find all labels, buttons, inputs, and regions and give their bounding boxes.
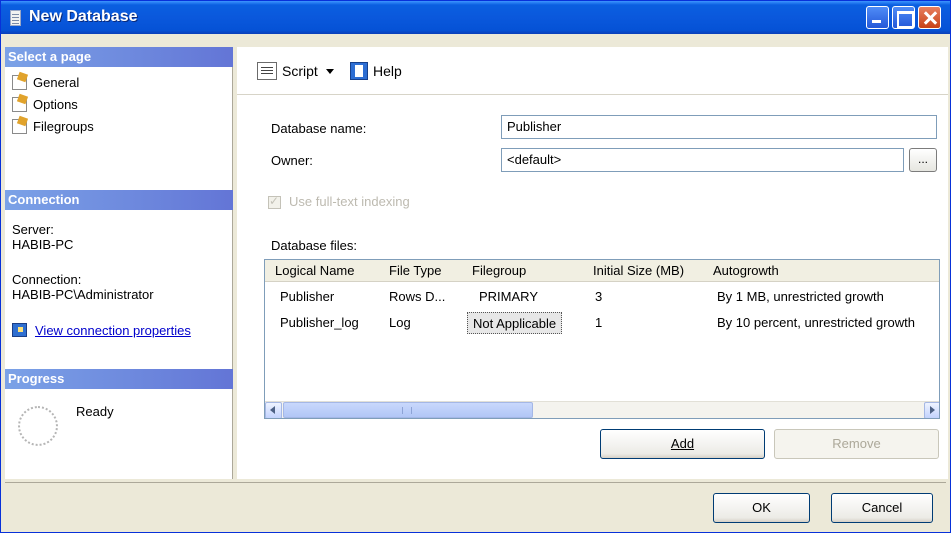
scroll-right-icon[interactable]	[924, 402, 939, 418]
cancel-button[interactable]: Cancel	[831, 493, 933, 523]
column-header-autogrowth[interactable]: Autogrowth	[713, 263, 779, 278]
cell-autogrowth[interactable]: By 1 MB, unrestricted growth	[717, 289, 884, 304]
cell-logical-name[interactable]: Publisher_log	[280, 315, 359, 330]
toolbar: Script Help	[237, 47, 948, 95]
progress-header: Progress	[5, 369, 233, 389]
close-button[interactable]	[918, 6, 941, 29]
chevron-down-icon	[325, 68, 334, 74]
cell-autogrowth[interactable]: By 10 percent, unrestricted growth	[717, 315, 915, 330]
connection-value: HABIB-PC\Administrator	[12, 287, 154, 302]
table-row[interactable]: Publisher Rows D... PRIMARY 3 By 1 MB, u…	[265, 284, 939, 310]
maximize-button[interactable]	[892, 6, 915, 29]
page-icon	[12, 118, 27, 134]
column-header-filegroup[interactable]: Filegroup	[472, 263, 526, 278]
database-files-grid[interactable]: Logical Name File Type Filegroup Initial…	[264, 259, 940, 419]
database-files-label: Database files:	[271, 238, 357, 253]
progress-status: Ready	[76, 404, 114, 419]
page-item-label: Filegroups	[33, 118, 94, 134]
cell-file-type[interactable]: Rows D...	[389, 289, 445, 304]
cell-filegroup[interactable]: PRIMARY	[479, 289, 538, 304]
minimize-button[interactable]	[866, 6, 889, 29]
fulltext-indexing-label: Use full-text indexing	[289, 194, 410, 209]
cell-filegroup-selected[interactable]: Not Applicable	[467, 312, 563, 334]
owner-input[interactable]: <default>	[501, 148, 904, 172]
right-pane: Script Help Database name: Publisher Own…	[237, 47, 948, 479]
footer-divider	[5, 482, 946, 483]
script-icon	[257, 62, 277, 80]
help-icon	[350, 62, 368, 80]
page-item-filegroups[interactable]: Filegroups	[12, 115, 94, 137]
ok-button[interactable]: OK	[713, 493, 810, 523]
add-file-button[interactable]: Add	[600, 429, 765, 459]
column-header-file-type[interactable]: File Type	[389, 263, 442, 278]
connection-label: Connection:	[12, 272, 82, 287]
progress-spinner-icon	[18, 406, 58, 446]
page-item-label: General	[33, 74, 80, 90]
remove-file-button[interactable]: Remove	[774, 429, 939, 459]
owner-label: Owner:	[271, 153, 313, 168]
new-database-dialog: New Database Select a page General Optio…	[0, 0, 951, 533]
grid-header: Logical Name File Type Filegroup Initial…	[265, 260, 939, 282]
database-name-label: Database name:	[271, 121, 367, 136]
page-icon	[12, 74, 27, 90]
connection-properties-icon	[12, 323, 27, 337]
help-label: Help	[373, 63, 402, 79]
script-button[interactable]: Script	[257, 59, 334, 83]
cell-initial-size[interactable]: 3	[595, 289, 602, 304]
cell-file-type[interactable]: Log	[389, 315, 411, 330]
connection-header: Connection	[5, 190, 233, 210]
column-header-logical-name[interactable]: Logical Name	[275, 263, 355, 278]
add-file-label: Add	[670, 436, 695, 451]
script-label: Script	[282, 63, 318, 79]
help-button[interactable]: Help	[350, 59, 402, 83]
cell-initial-size[interactable]: 1	[595, 315, 602, 330]
page-icon	[12, 96, 27, 112]
column-header-initial-size[interactable]: Initial Size (MB)	[593, 263, 684, 278]
server-value: HABIB-PC	[12, 237, 74, 252]
page-item-label: Options	[33, 96, 78, 112]
page-item-options[interactable]: Options	[12, 93, 78, 115]
view-connection-properties-link[interactable]: View connection properties	[35, 323, 191, 338]
browse-owner-button[interactable]: ...	[909, 148, 937, 172]
scroll-left-icon[interactable]	[265, 402, 282, 418]
fulltext-indexing-checkbox[interactable]	[268, 194, 281, 209]
title-bar[interactable]: New Database	[1, 1, 950, 34]
horizontal-scrollbar[interactable]	[265, 401, 939, 418]
database-icon	[10, 10, 21, 26]
server-label: Server:	[12, 222, 54, 237]
database-name-input[interactable]: Publisher	[501, 115, 937, 139]
cell-logical-name[interactable]: Publisher	[280, 289, 334, 304]
scrollbar-thumb[interactable]	[283, 402, 533, 418]
select-page-header: Select a page	[5, 47, 233, 67]
page-item-general[interactable]: General	[12, 71, 79, 93]
window-title: New Database	[29, 8, 138, 25]
table-row[interactable]: Publisher_log Log Not Applicable 1 By 10…	[265, 310, 939, 336]
left-pane: Select a page General Options Filegroups…	[5, 47, 233, 479]
